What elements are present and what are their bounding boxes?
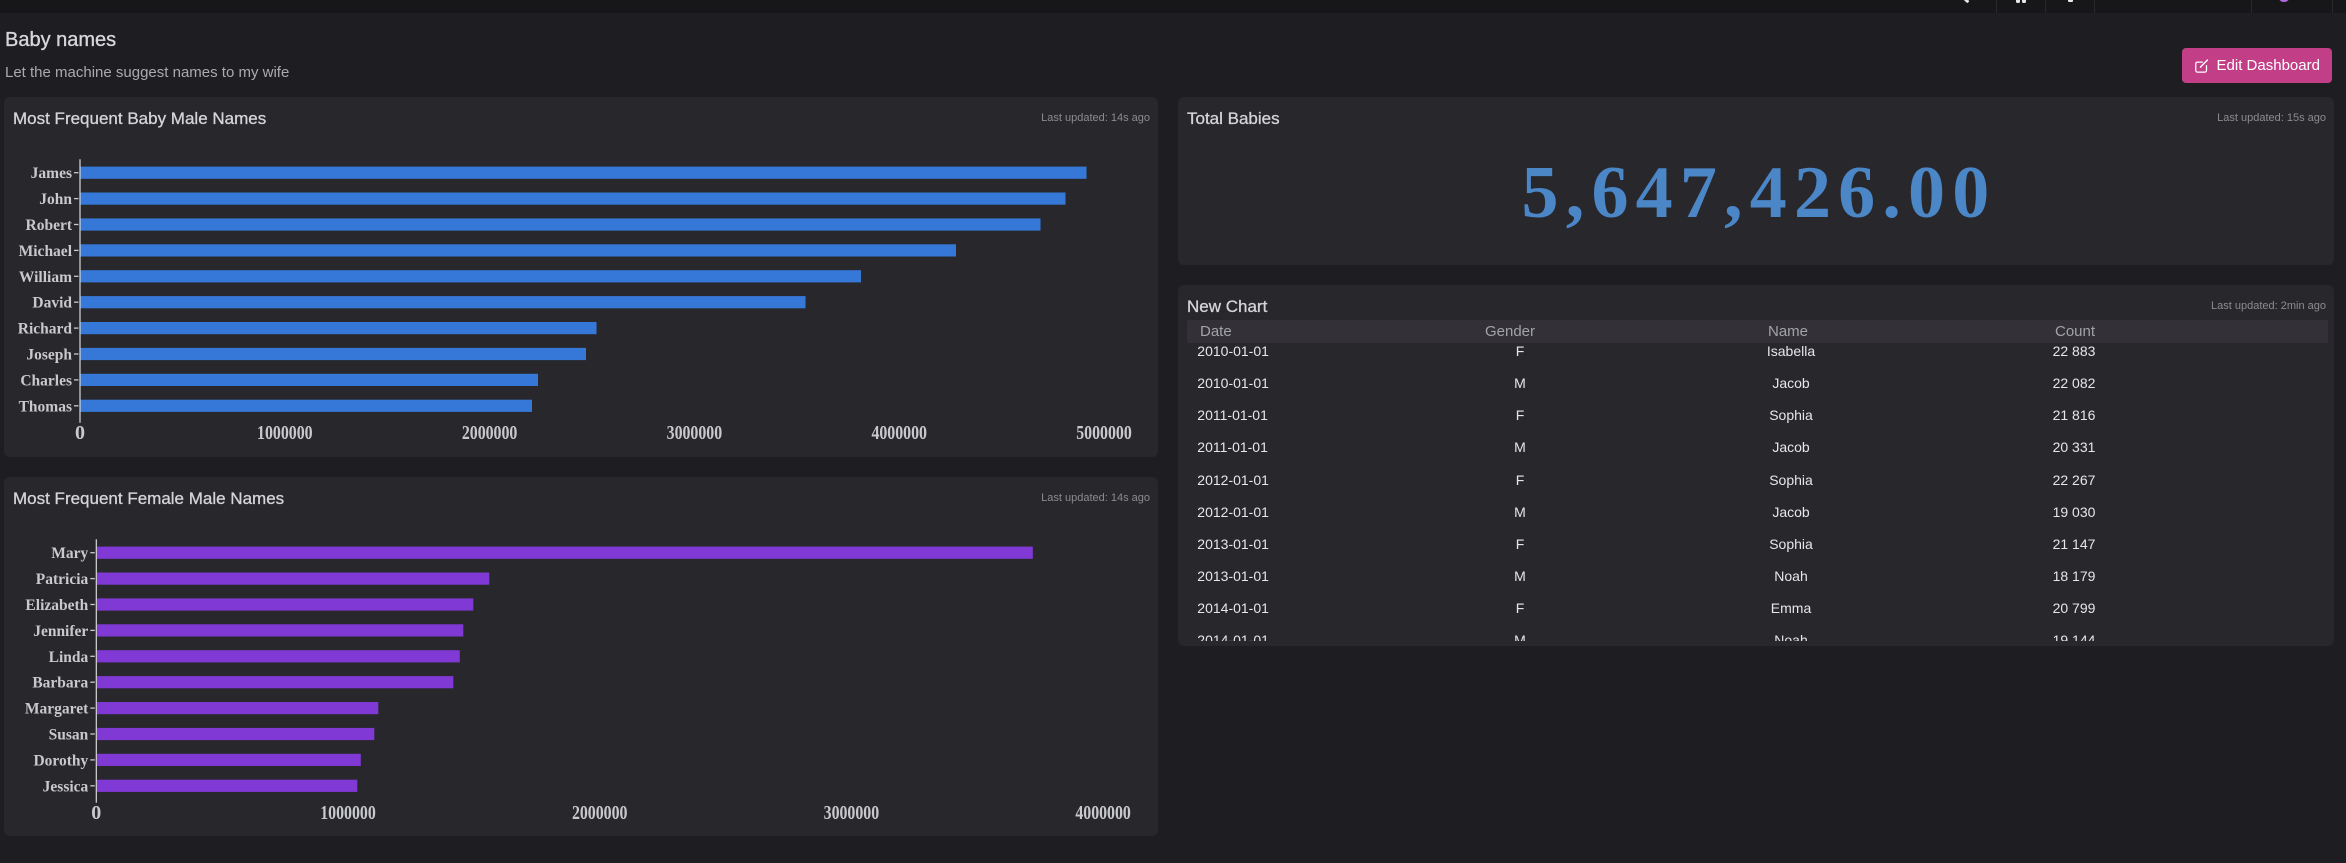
svg-text:Michael: Michael: [19, 243, 73, 260]
svg-text:David: David: [32, 295, 72, 312]
svg-text:0: 0: [91, 802, 101, 824]
svg-text:Mary: Mary: [51, 545, 88, 562]
svg-text:4000000: 4000000: [1075, 802, 1131, 824]
svg-text:Linda: Linda: [49, 649, 89, 666]
svg-text:William: William: [19, 269, 72, 286]
svg-text:4000000: 4000000: [871, 422, 927, 444]
svg-text:Joseph: Joseph: [26, 347, 72, 364]
svg-text:3000000: 3000000: [667, 422, 723, 444]
svg-text:Barbara: Barbara: [32, 675, 88, 692]
svg-text:Jennifer: Jennifer: [33, 623, 88, 640]
svg-text:Richard: Richard: [18, 321, 73, 338]
svg-text:3000000: 3000000: [824, 802, 880, 824]
svg-text:Thomas: Thomas: [19, 398, 72, 415]
svg-text:John: John: [39, 191, 72, 208]
svg-text:5000000: 5000000: [1076, 422, 1132, 444]
svg-text:2000000: 2000000: [462, 422, 518, 444]
svg-text:Jessica: Jessica: [43, 778, 89, 795]
svg-text:Susan: Susan: [49, 727, 89, 744]
svg-text:Dorothy: Dorothy: [33, 752, 88, 769]
svg-text:James: James: [31, 165, 72, 182]
svg-text:0: 0: [75, 422, 85, 444]
svg-text:Margaret: Margaret: [25, 701, 89, 718]
svg-text:Charles: Charles: [20, 372, 72, 389]
svg-text:2000000: 2000000: [572, 802, 628, 824]
svg-text:1000000: 1000000: [320, 802, 376, 824]
svg-text:Elizabeth: Elizabeth: [25, 597, 88, 614]
svg-text:Patricia: Patricia: [36, 571, 89, 588]
svg-text:Robert: Robert: [26, 217, 73, 234]
svg-text:1000000: 1000000: [257, 422, 313, 444]
